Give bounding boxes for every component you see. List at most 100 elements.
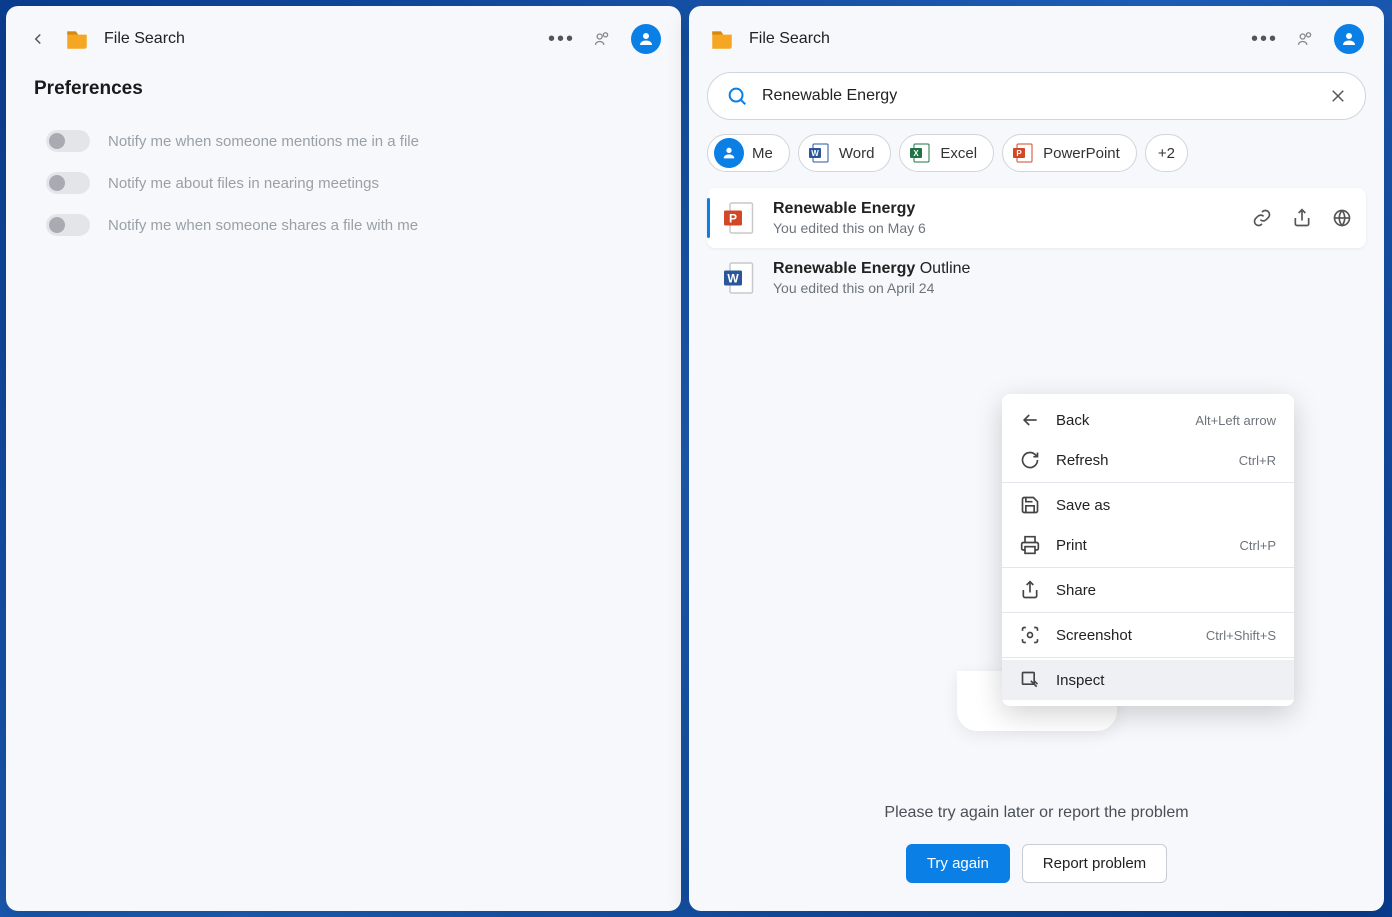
powerpoint-icon: P bbox=[721, 200, 757, 236]
chip-powerpoint[interactable]: P PowerPoint bbox=[1002, 134, 1137, 172]
svg-text:W: W bbox=[727, 272, 739, 286]
separator bbox=[1002, 657, 1294, 658]
chip-label: Excel bbox=[940, 145, 977, 162]
svg-text:X: X bbox=[914, 149, 920, 158]
ctx-print[interactable]: Print Ctrl+P bbox=[1002, 525, 1294, 565]
ctx-label: Print bbox=[1056, 537, 1224, 554]
multitask-icon[interactable] bbox=[1296, 29, 1316, 49]
ctx-shortcut: Ctrl+P bbox=[1240, 538, 1276, 553]
result-item[interactable]: W Renewable Energy Outline You edited th… bbox=[707, 248, 1366, 308]
share-icon[interactable] bbox=[1292, 208, 1312, 228]
ctx-shortcut: Ctrl+R bbox=[1239, 453, 1276, 468]
result-subtitle: You edited this on April 24 bbox=[773, 280, 1352, 296]
pref-label: Notify me about files in nearing meeting… bbox=[108, 175, 379, 192]
separator bbox=[1002, 482, 1294, 483]
svg-text:P: P bbox=[1016, 149, 1022, 158]
search-bar[interactable] bbox=[707, 72, 1366, 120]
error-message: Please try again later or report the pro… bbox=[884, 804, 1188, 822]
powerpoint-icon: P bbox=[1011, 141, 1035, 165]
person-icon bbox=[637, 30, 655, 48]
link-icon[interactable] bbox=[1252, 208, 1272, 228]
ctx-label: Screenshot bbox=[1056, 627, 1190, 644]
search-window: File Search ••• Me W Word X Excel P Powe… bbox=[689, 6, 1384, 911]
more-icon[interactable]: ••• bbox=[548, 29, 575, 49]
multitask-icon[interactable] bbox=[593, 29, 613, 49]
ctx-label: Share bbox=[1056, 582, 1260, 599]
avatar[interactable] bbox=[1334, 24, 1364, 54]
header: File Search ••• bbox=[6, 6, 681, 68]
header: File Search ••• bbox=[689, 6, 1384, 68]
chip-excel[interactable]: X Excel bbox=[899, 134, 994, 172]
header-actions: ••• bbox=[548, 24, 661, 54]
ctx-shortcut: Ctrl+Shift+S bbox=[1206, 628, 1276, 643]
screenshot-icon bbox=[1020, 625, 1040, 645]
save-icon bbox=[1020, 495, 1040, 515]
header-actions: ••• bbox=[1251, 24, 1364, 54]
pref-item: Notify me about files in nearing meeting… bbox=[6, 162, 681, 204]
avatar[interactable] bbox=[631, 24, 661, 54]
ctx-label: Back bbox=[1056, 412, 1179, 429]
result-title: Renewable Energy bbox=[773, 200, 1236, 218]
error-area: Please try again later or report the pro… bbox=[689, 804, 1384, 911]
preferences-window: File Search ••• Preferences Notify me wh… bbox=[6, 6, 681, 911]
report-problem-button[interactable]: Report problem bbox=[1022, 844, 1167, 883]
ctx-label: Save as bbox=[1056, 497, 1260, 514]
ctx-refresh[interactable]: Refresh Ctrl+R bbox=[1002, 440, 1294, 480]
result-text: Renewable Energy Outline You edited this… bbox=[773, 260, 1352, 296]
try-again-button[interactable]: Try again bbox=[906, 844, 1010, 883]
ctx-screenshot[interactable]: Screenshot Ctrl+Shift+S bbox=[1002, 615, 1294, 655]
ctx-label: Inspect bbox=[1056, 672, 1260, 689]
search-icon bbox=[726, 85, 748, 107]
ctx-back[interactable]: Back Alt+Left arrow bbox=[1002, 400, 1294, 440]
ctx-share[interactable]: Share bbox=[1002, 570, 1294, 610]
app-icon bbox=[64, 26, 90, 52]
word-icon: W bbox=[807, 141, 831, 165]
result-text: Renewable Energy You edited this on May … bbox=[773, 200, 1236, 236]
toggle[interactable] bbox=[46, 130, 90, 152]
toggle[interactable] bbox=[46, 214, 90, 236]
search-input[interactable] bbox=[762, 87, 1315, 105]
back-icon bbox=[1020, 410, 1040, 430]
page-title: Preferences bbox=[6, 68, 681, 120]
separator bbox=[1002, 567, 1294, 568]
share-icon bbox=[1020, 580, 1040, 600]
person-icon bbox=[1340, 30, 1358, 48]
ctx-shortcut: Alt+Left arrow bbox=[1195, 413, 1276, 428]
chip-label: Word bbox=[839, 145, 875, 162]
chip-me[interactable]: Me bbox=[707, 134, 790, 172]
context-menu: Back Alt+Left arrow Refresh Ctrl+R Save … bbox=[1002, 394, 1294, 706]
refresh-icon bbox=[1020, 450, 1040, 470]
svg-text:P: P bbox=[729, 212, 737, 226]
word-icon: W bbox=[721, 260, 757, 296]
toggle[interactable] bbox=[46, 172, 90, 194]
error-buttons: Try again Report problem bbox=[906, 844, 1167, 883]
ctx-label: Refresh bbox=[1056, 452, 1223, 469]
results-list: P Renewable Energy You edited this on Ma… bbox=[689, 188, 1384, 308]
ctx-save-as[interactable]: Save as bbox=[1002, 485, 1294, 525]
chip-label: PowerPoint bbox=[1043, 145, 1120, 162]
chip-label: Me bbox=[752, 145, 773, 162]
app-icon bbox=[709, 26, 735, 52]
result-title: Renewable Energy Outline bbox=[773, 260, 1352, 278]
result-subtitle: You edited this on May 6 bbox=[773, 220, 1236, 236]
clear-icon[interactable] bbox=[1329, 87, 1347, 105]
chip-word[interactable]: W Word bbox=[798, 134, 892, 172]
globe-icon[interactable] bbox=[1332, 208, 1352, 228]
print-icon bbox=[1020, 535, 1040, 555]
more-icon[interactable]: ••• bbox=[1251, 29, 1278, 49]
filter-chips: Me W Word X Excel P PowerPoint +2 bbox=[689, 134, 1384, 188]
result-actions bbox=[1252, 208, 1352, 228]
pref-item: Notify me when someone mentions me in a … bbox=[6, 120, 681, 162]
pref-label: Notify me when someone mentions me in a … bbox=[108, 133, 419, 150]
app-title: File Search bbox=[104, 30, 534, 48]
ctx-inspect[interactable]: Inspect bbox=[1002, 660, 1294, 700]
chip-more[interactable]: +2 bbox=[1145, 134, 1188, 172]
back-button[interactable] bbox=[26, 27, 50, 51]
pref-label: Notify me when someone shares a file wit… bbox=[108, 217, 418, 234]
svg-text:W: W bbox=[811, 149, 819, 158]
separator bbox=[1002, 612, 1294, 613]
person-icon bbox=[714, 138, 744, 168]
inspect-icon bbox=[1020, 670, 1040, 690]
chevron-left-icon bbox=[29, 30, 47, 48]
result-item[interactable]: P Renewable Energy You edited this on Ma… bbox=[707, 188, 1366, 248]
